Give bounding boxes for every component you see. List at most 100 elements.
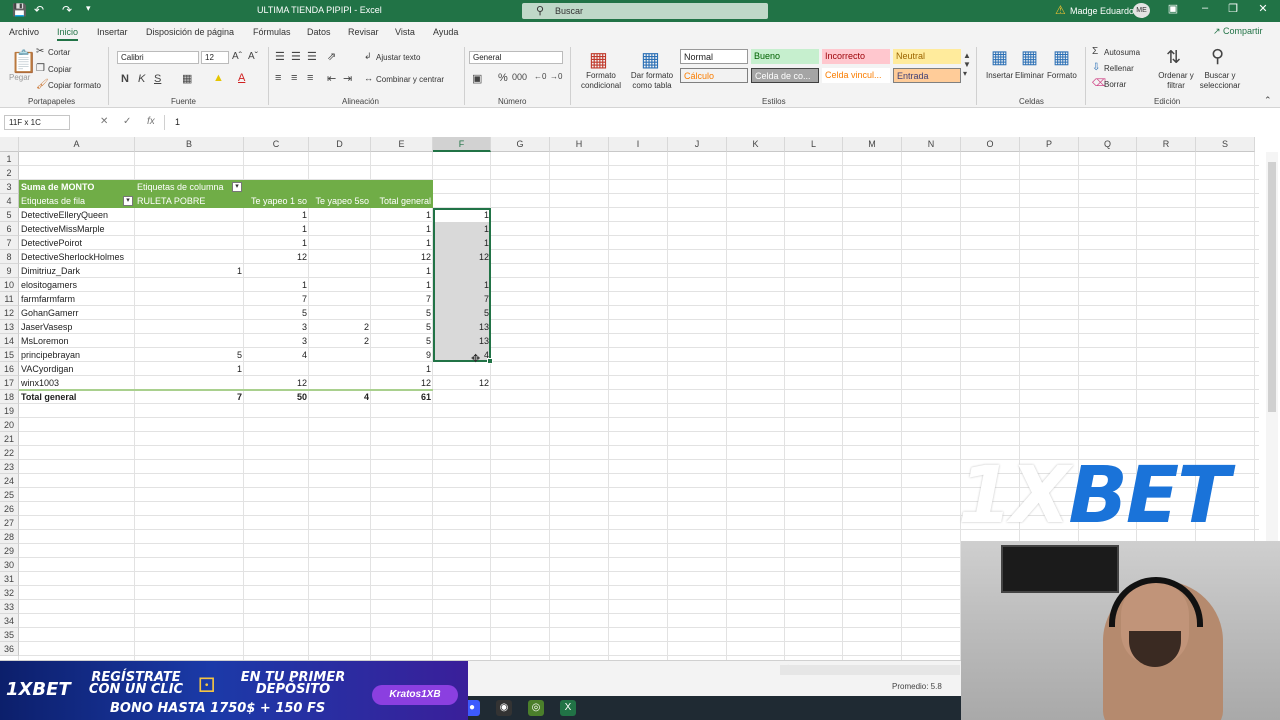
format-cells-button[interactable]: Formato [1047,71,1077,80]
row-header-12[interactable]: 12 [0,306,19,320]
merge-center-button[interactable]: Combinar y centrar [376,75,444,84]
row-header-31[interactable]: 31 [0,572,19,586]
row-header-17[interactable]: 17 [0,376,19,390]
pivot-value[interactable] [135,208,244,222]
pivot-value[interactable]: 4 [244,348,309,362]
tab-revisar[interactable]: Revisar [348,27,379,37]
enter-icon[interactable]: ✓ [123,116,131,127]
column-f-value[interactable]: 12 [433,376,491,390]
wrap-text-button[interactable]: Ajustar texto [376,53,420,62]
align-right-icon[interactable]: ≡ [307,72,313,84]
insert-cells-button[interactable]: Insertar [986,71,1013,80]
pivot-value[interactable] [309,250,371,264]
column-f-value[interactable]: 12 [433,250,491,264]
column-header-s[interactable]: S [1196,137,1255,152]
style-calculo[interactable]: Cálculo [680,68,748,83]
redo-icon[interactable]: ↷ [62,3,72,17]
excel-taskbar-icon[interactable]: X [560,700,576,716]
pivot-total-value[interactable]: 1 [371,222,433,236]
column-header-i[interactable]: I [609,137,668,152]
row-header-23[interactable]: 23 [0,460,19,474]
merge-icon[interactable]: ↔ [364,73,373,83]
tab-insertar[interactable]: Insertar [97,27,128,37]
underline-icon[interactable]: S [154,73,161,85]
autosum-button[interactable]: Autosuma [1104,48,1140,57]
customize-toolbar-icon[interactable]: ▾ [86,3,91,14]
tab-formulas[interactable]: Fórmulas [253,27,291,37]
pivot-value[interactable] [309,348,371,362]
pivot-total-value[interactable]: 1 [371,278,433,292]
column-header-f[interactable]: F [433,137,491,152]
restore-icon[interactable]: ❐ [1224,2,1242,18]
column-header-l[interactable]: L [785,137,843,152]
column-f-value[interactable]: 13 [433,334,491,348]
style-celda-vinculada[interactable]: Celda vincul... [822,68,890,83]
pivot-value[interactable]: 12 [244,250,309,264]
pivot-value[interactable] [309,376,371,390]
column-f-value[interactable]: 1 [433,222,491,236]
name-box[interactable]: 11F x 1C [4,115,70,130]
row-header-14[interactable]: 14 [0,334,19,348]
row-header-21[interactable]: 21 [0,432,19,446]
row-header-8[interactable]: 8 [0,250,19,264]
column-header-g[interactable]: G [491,137,550,152]
sort-filter-button[interactable]: Ordenar y filtrar [1154,71,1198,91]
font-name-select[interactable]: Calibri [117,51,199,64]
tab-vista[interactable]: Vista [395,27,415,37]
chrome-icon[interactable]: ◎ [528,700,544,716]
style-neutral[interactable]: Neutral [893,49,961,64]
grand-total-value[interactable]: 4 [309,390,371,404]
pivot-row-label[interactable]: MsLoremon [19,334,135,348]
align-middle-icon[interactable]: ☰ [291,50,301,63]
row-header-13[interactable]: 13 [0,320,19,334]
fill-button[interactable]: Rellenar [1104,64,1134,73]
pivot-row-label[interactable]: DetectivePoirot [19,236,135,250]
tab-disposicion[interactable]: Disposición de página [146,27,234,37]
pivot-value[interactable]: 3 [244,334,309,348]
row-header-4[interactable]: 4 [0,194,19,208]
pivot-row-label[interactable]: DetectiveSherlockHolmes [19,250,135,264]
format-as-table-button[interactable]: Dar formato como tabla [627,71,677,91]
style-incorrecto[interactable]: Incorrecto [822,49,890,64]
decrease-indent-icon[interactable]: ⇤ [327,72,336,85]
pivot-value[interactable] [309,222,371,236]
pivot-column-header[interactable]: RULETA POBRE [135,194,244,208]
italic-icon[interactable]: K [138,73,145,85]
ad-banner[interactable]: 1XBET REGÍSTRATE CON UN CLIC ⚀ EN TU PRI… [0,661,468,720]
format-painter-button[interactable]: Copiar formato [48,81,101,90]
font-shrink-icon[interactable]: Aˇ [248,51,258,62]
avatar[interactable]: ME [1133,3,1150,18]
wrap-text-icon[interactable]: ↲ [364,51,372,62]
tab-datos[interactable]: Datos [307,27,331,37]
column-header-h[interactable]: H [550,137,609,152]
align-center-icon[interactable]: ≡ [291,72,297,84]
search-input[interactable]: ⚲ Buscar [522,3,768,19]
font-size-select[interactable]: 12 [201,51,229,64]
pivot-row-labels[interactable]: Etiquetas de fila [19,194,135,208]
row-header-32[interactable]: 32 [0,586,19,600]
style-bueno[interactable]: Bueno [751,49,819,64]
pivot-row-label[interactable]: JaserVasesp [19,320,135,334]
column-header-a[interactable]: A [19,137,135,152]
pivot-value[interactable] [135,334,244,348]
insert-function-icon[interactable]: fx [147,116,155,127]
pivot-value[interactable] [309,208,371,222]
style-normal[interactable]: Normal [680,49,748,64]
find-select-button[interactable]: Buscar y seleccionar [1196,71,1244,91]
row-header-2[interactable]: 2 [0,166,19,180]
column-header-d[interactable]: D [309,137,371,152]
sort-filter-icon[interactable]: ⇅ [1166,47,1181,68]
style-celda-comprobacion[interactable]: Celda de co... [751,68,819,83]
row-header-11[interactable]: 11 [0,292,19,306]
column-f-value[interactable]: 1 [433,278,491,292]
column-filter-dropdown-icon[interactable]: ▾ [232,182,242,192]
column-header-j[interactable]: J [668,137,727,152]
pivot-value[interactable]: 1 [244,208,309,222]
column-header-n[interactable]: N [902,137,961,152]
format-cells-icon[interactable]: ▦ [1053,47,1070,68]
row-header-15[interactable]: 15 [0,348,19,362]
pivot-value[interactable] [309,362,371,376]
pivot-value[interactable]: 5 [244,306,309,320]
column-header-o[interactable]: O [961,137,1020,152]
pivot-value[interactable] [135,250,244,264]
